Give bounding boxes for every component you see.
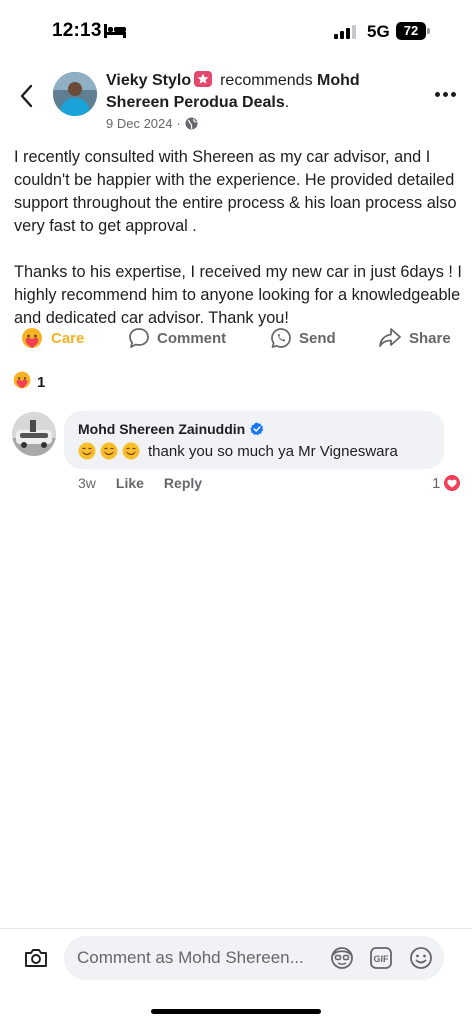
page-name-suffix: . — [284, 94, 290, 111]
comment-meta: 3w Like Reply — [78, 475, 202, 491]
battery-icon: 72 — [396, 22, 430, 41]
send-label: Send — [299, 329, 336, 347]
comment-button[interactable]: Comment — [128, 322, 226, 354]
network-type: 5G — [367, 22, 390, 41]
svg-text:GIF: GIF — [374, 954, 390, 964]
home-indicator[interactable] — [151, 1009, 321, 1014]
globe-icon — [185, 117, 198, 130]
smiley-icon — [410, 947, 432, 969]
recommendation-badge-icon — [194, 71, 213, 87]
comment-bubble-icon — [128, 327, 150, 349]
battery-level: 72 — [396, 22, 426, 40]
status-time: 12:13 — [52, 20, 102, 41]
more-options-button[interactable] — [430, 84, 460, 104]
comment-input-placeholder: Comment as Mohd Shereen... — [77, 948, 304, 967]
signal-icon — [334, 25, 356, 39]
comment-text: thank you so much ya Mr Vigneswara — [148, 442, 398, 460]
author-avatar[interactable] — [53, 72, 97, 116]
header-text: Vieky Stylo recommends Mohd Shereen Perod… — [106, 70, 426, 114]
comment-like-count[interactable]: 1 — [432, 473, 462, 493]
emoji-button[interactable] — [408, 945, 434, 971]
more-dot — [450, 91, 456, 97]
verified-badge-icon — [250, 422, 264, 436]
whatsapp-icon — [270, 327, 292, 349]
commenter-avatar[interactable] — [12, 412, 56, 456]
post-paragraph: I recently consulted with Shereen as my … — [14, 148, 457, 235]
sleep-mode-icon — [104, 24, 126, 38]
post-paragraph: Thanks to his expertise, I received my n… — [14, 263, 462, 327]
care-label: Care — [51, 329, 85, 347]
post-header: Vieky Stylo recommends Mohd Shereen Perod… — [0, 62, 472, 138]
comment-like-button[interactable]: Like — [116, 475, 144, 491]
camera-icon — [25, 949, 47, 967]
comment-label: Comment — [157, 329, 227, 347]
comment-time: 3w — [78, 475, 96, 491]
reaction-count: 1 — [37, 373, 46, 391]
camera-button[interactable] — [21, 943, 51, 973]
back-button[interactable] — [12, 82, 40, 110]
avatar-sticker-icon — [331, 947, 353, 969]
love-reaction-icon — [442, 473, 462, 493]
care-reaction-button[interactable]: Care — [20, 322, 84, 354]
post-meta: 9 Dec 2024 · — [106, 116, 198, 131]
recommends-label: recommends — [220, 72, 313, 89]
smiling-face-emoji-icon — [100, 442, 118, 460]
gif-icon: GIF — [370, 947, 392, 969]
smiling-face-emoji-icon — [122, 442, 140, 460]
action-bar: Care Comment Send Share — [0, 322, 472, 354]
comment-author-name[interactable]: Mohd Shereen Zainuddin — [78, 421, 245, 437]
care-emoji-icon — [12, 370, 32, 394]
status-bar: 12:13 5G 72 — [0, 0, 472, 62]
reaction-summary[interactable]: 1 — [12, 370, 45, 394]
author-name[interactable]: Vieky Stylo — [106, 72, 191, 89]
smiling-face-emoji-icon — [78, 442, 96, 460]
share-arrow-icon — [378, 327, 402, 349]
share-button[interactable]: Share — [378, 322, 451, 354]
care-emoji-icon — [20, 326, 44, 350]
more-dot — [434, 91, 440, 97]
more-dot — [442, 91, 448, 97]
send-button[interactable]: Send — [270, 322, 336, 354]
meta-separator: · — [176, 116, 181, 131]
gif-button[interactable]: GIF — [368, 945, 394, 971]
comment-reply-button[interactable]: Reply — [164, 475, 202, 491]
share-label: Share — [409, 329, 451, 347]
composer-divider — [0, 928, 472, 929]
post-date[interactable]: 9 Dec 2024 — [106, 116, 173, 131]
chevron-left-icon — [20, 84, 33, 108]
comment-like-number: 1 — [432, 474, 441, 492]
comment-bubble[interactable]: Mohd Shereen Zainuddin thank you so much… — [64, 411, 444, 469]
avatar-sticker-button[interactable] — [329, 945, 355, 971]
